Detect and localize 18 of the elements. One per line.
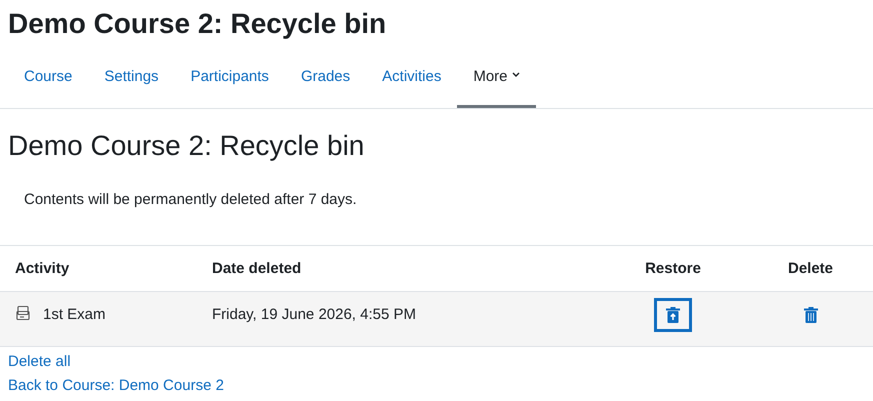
- nav-tab[interactable]: Grades: [284, 54, 366, 108]
- nav-tab[interactable]: More: [457, 54, 536, 108]
- date-cell: Friday, 19 June 2026, 4:55 PM: [200, 291, 598, 347]
- nav-tab[interactable]: Participants: [174, 54, 285, 108]
- nav-tab[interactable]: Settings: [88, 54, 175, 108]
- trash-restore-icon: [666, 306, 680, 323]
- text-link[interactable]: Delete all: [8, 350, 71, 374]
- retention-notice: Contents will be permanently deleted after 7 days.: [24, 190, 358, 210]
- trash-icon: [804, 306, 818, 323]
- nav-tab[interactable]: Course: [8, 54, 88, 108]
- section-heading: Demo Course 2: Recycle bin: [8, 129, 366, 163]
- page-title: Demo Course 2: Recycle bin: [8, 7, 388, 41]
- text-link[interactable]: Back to Course: Demo Course 2: [8, 374, 224, 398]
- quiz-icon: [15, 304, 31, 321]
- activity-name: 1st Exam: [43, 306, 106, 323]
- caret-icon: [512, 72, 520, 78]
- nav-tab[interactable]: Activities: [366, 54, 458, 108]
- restore-button[interactable]: [654, 298, 692, 332]
